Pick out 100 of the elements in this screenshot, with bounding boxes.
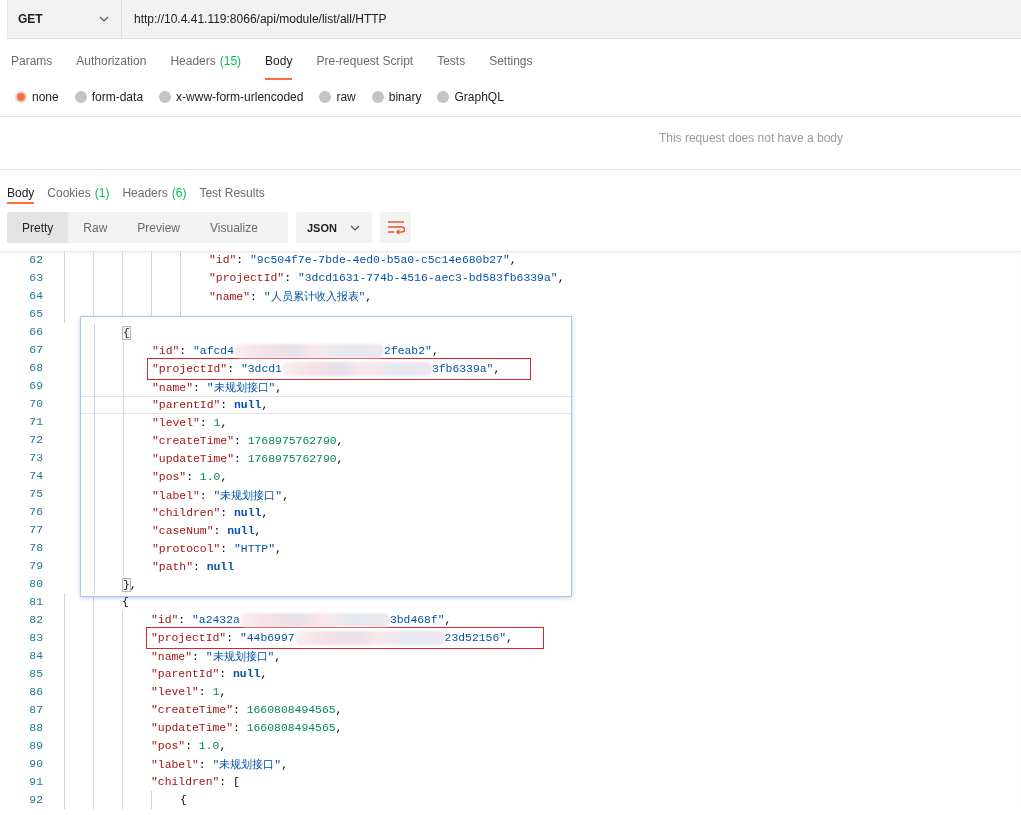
json-punctuation: , — [219, 740, 227, 752]
json-string: "人员累计收入报表" — [263, 290, 366, 303]
line-number: 82 — [28, 614, 43, 626]
json-punctuation: , — [254, 525, 262, 537]
line-number: 81 — [28, 596, 43, 608]
json-number: 1 — [213, 417, 221, 429]
json-string: "3dcd1631-774b-4516-aec3-bd583fb6339a" — [297, 272, 558, 284]
json-string: "9c504f7e-7bde-4ed0-b5a0-c5c14e680b27" — [250, 254, 510, 266]
line-number: 66 — [28, 326, 43, 338]
empty-body-message: This request does not have a body — [658, 131, 843, 145]
line-number: 77 — [28, 524, 43, 536]
view-mode-button[interactable]: Pretty — [7, 212, 69, 243]
line-number: 88 — [28, 722, 43, 734]
json-number: 1660808494565 — [246, 704, 336, 716]
json-punctuation: , — [275, 381, 283, 394]
json-key: "createTime" — [152, 435, 235, 447]
line-number: 76 — [28, 506, 43, 518]
json-string: "未规划接口" — [205, 650, 275, 663]
line-number: 83 — [28, 632, 43, 644]
body-type-radio[interactable]: none — [15, 90, 59, 104]
json-punctuation: : — [192, 650, 200, 663]
json-punctuation: : — [227, 363, 236, 375]
request-tab[interactable]: Settings — [489, 52, 533, 80]
line-number: 67 — [28, 344, 43, 356]
json-key: "id" — [152, 345, 180, 357]
line-number: 71 — [28, 416, 43, 428]
line-number: 64 — [28, 290, 43, 302]
view-mode-button[interactable]: Preview — [122, 212, 196, 243]
json-punctuation: , — [335, 704, 343, 716]
body-type-radio[interactable]: x-www-form-urlencoded — [159, 90, 304, 104]
json-number: 1.0 — [199, 471, 221, 483]
response-tab[interactable]: Headers (6) — [122, 178, 187, 204]
line-number: 70 — [28, 398, 43, 410]
json-key: "level" — [151, 686, 199, 698]
request-tab[interactable]: Pre-request Script — [316, 52, 414, 80]
url-field[interactable]: http://10.4.41.119:8066/api/module/list/all/HTTP — [122, 0, 1021, 38]
response-tab[interactable]: Body — [7, 178, 35, 204]
view-mode-button[interactable]: Visualize — [195, 212, 273, 243]
json-key: "name" — [152, 381, 193, 394]
line-number: 75 — [28, 488, 43, 500]
request-tab[interactable]: Headers (15) — [170, 52, 242, 80]
json-number: 1768975762790 — [247, 435, 337, 447]
json-key: "pos" — [151, 740, 186, 752]
json-number: 1768975762790 — [247, 453, 337, 465]
line-number: 72 — [28, 434, 43, 446]
json-key: "projectId" — [209, 272, 285, 284]
line-number: 86 — [28, 686, 43, 698]
json-punctuation: , — [444, 614, 452, 626]
body-type-radio[interactable]: GraphQL — [437, 90, 504, 104]
request-tab[interactable]: Params — [11, 52, 53, 80]
json-punctuation: , — [431, 345, 439, 357]
json-punctuation: , — [336, 435, 344, 447]
json-key: "protocol" — [152, 543, 221, 555]
json-key: "updateTime" — [152, 453, 235, 465]
response-tab[interactable]: Test Results — [199, 178, 265, 204]
json-string: 3bd468f" — [389, 614, 445, 626]
json-key: "children" — [151, 776, 220, 788]
json-punctuation: : — [284, 272, 293, 284]
body-type-radio[interactable]: form-data — [74, 90, 144, 104]
request-tab[interactable]: Body — [265, 52, 293, 80]
json-punctuation: , — [129, 579, 137, 591]
line-number: 79 — [28, 560, 43, 572]
body-type-radio[interactable]: binary — [371, 90, 422, 104]
json-punctuation: : — [226, 632, 235, 644]
line-number: 92 — [28, 794, 43, 806]
wrap-lines-button[interactable] — [380, 212, 411, 243]
json-key: "projectId" — [152, 363, 228, 375]
request-tab[interactable]: Authorization — [76, 52, 147, 80]
request-tab[interactable]: Tests — [437, 52, 466, 80]
line-number: 84 — [28, 650, 43, 662]
json-punctuation: , — [336, 453, 344, 465]
json-key: "name" — [209, 290, 250, 303]
json-key: "label" — [151, 758, 199, 771]
json-key: "id" — [209, 254, 237, 266]
format-dropdown[interactable]: JSON — [296, 212, 372, 243]
body-type-radio[interactable]: raw — [319, 90, 356, 104]
bracket-match: } — [123, 579, 130, 591]
json-punctuation: { — [122, 596, 129, 608]
json-punctuation: , — [261, 399, 269, 411]
line-number: 68 — [28, 362, 43, 374]
json-punctuation: , — [260, 668, 268, 680]
json-string: 3fb6339a" — [431, 363, 494, 375]
json-string: "3dcd1 — [240, 363, 282, 375]
json-punctuation: : — [220, 543, 229, 555]
json-key: "caseNum" — [152, 525, 214, 537]
method-dropdown[interactable]: GET — [8, 0, 122, 38]
json-punctuation: , — [493, 363, 501, 375]
json-number: 1 — [212, 686, 220, 698]
json-punctuation: : — [233, 704, 241, 716]
json-string: "HTTP" — [234, 543, 276, 555]
json-key: "id" — [151, 614, 179, 626]
line-number: 90 — [28, 758, 43, 770]
json-key: "path" — [152, 561, 193, 573]
json-punctuation: , — [220, 417, 228, 429]
view-mode-button[interactable]: Raw — [68, 212, 123, 243]
json-string: "a2432a — [192, 614, 240, 626]
json-null: null — [233, 668, 261, 680]
response-tab[interactable]: Cookies (1) — [47, 178, 110, 204]
json-punctuation: : — [199, 417, 208, 429]
line-number: 78 — [28, 542, 43, 554]
